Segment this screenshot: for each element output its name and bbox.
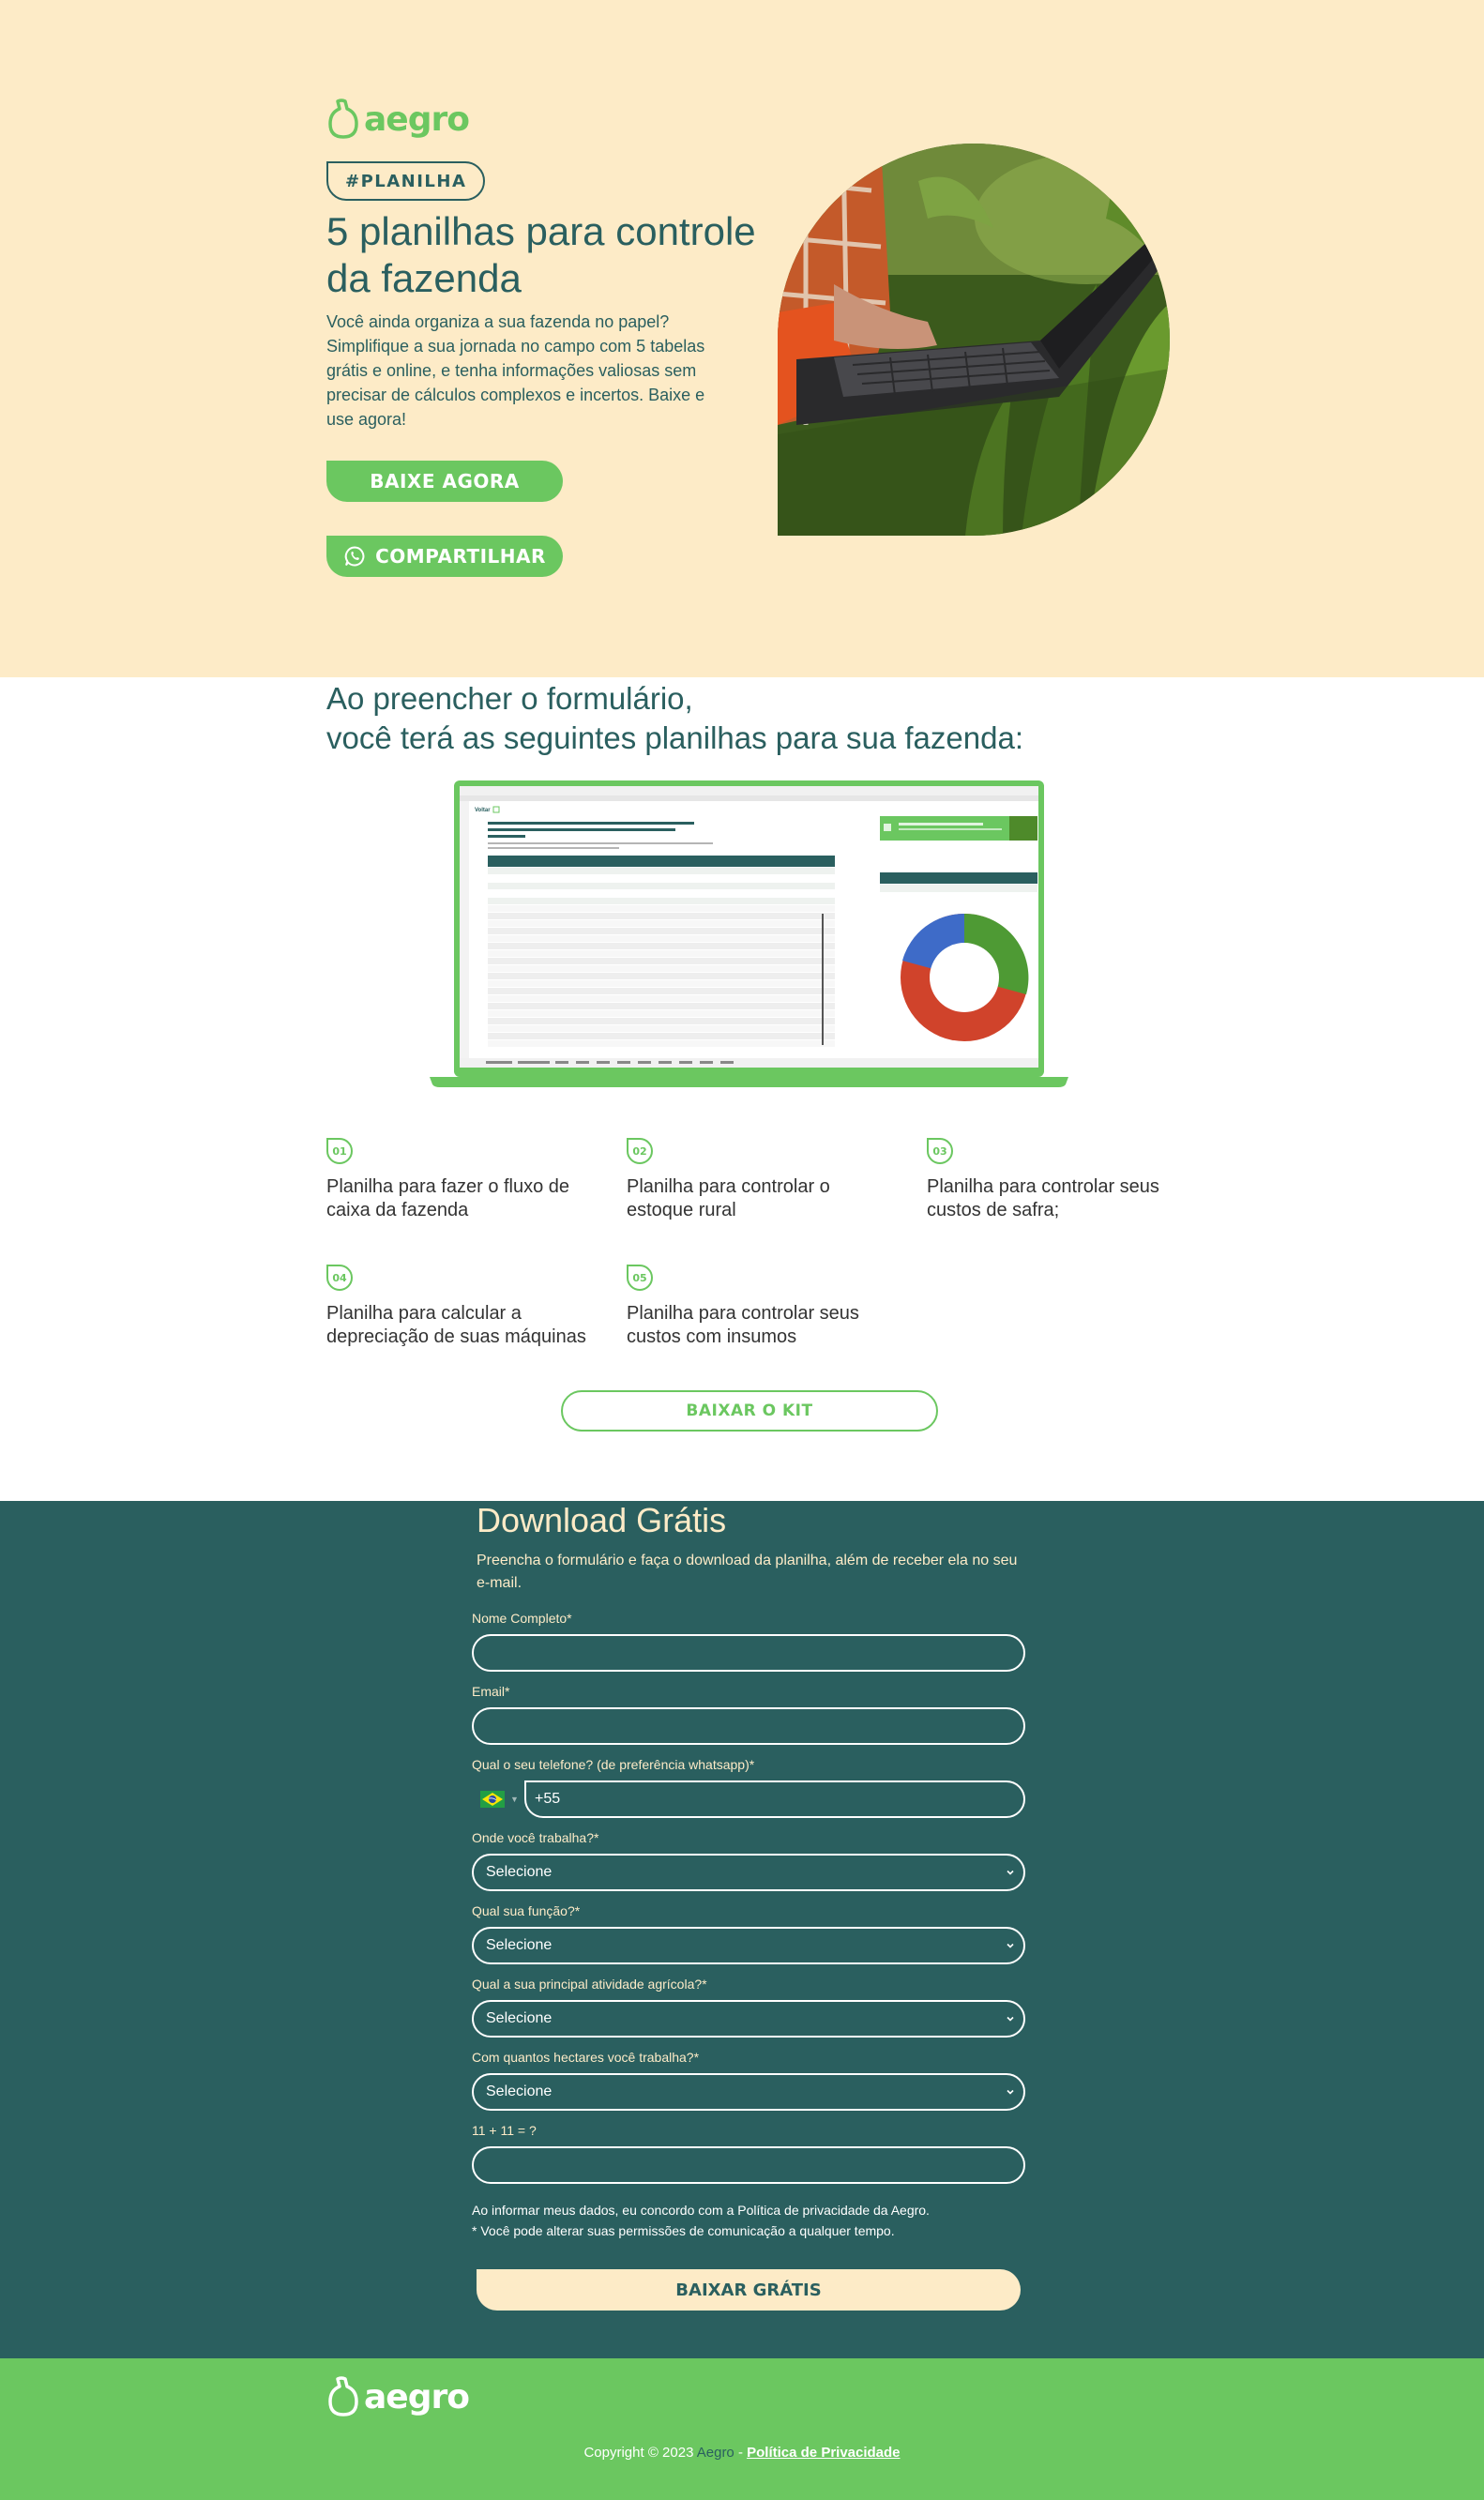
share-button[interactable]: COMPARTILHAR [326,536,563,577]
share-label: COMPARTILHAR [375,545,546,568]
item-number-badge: 01 [326,1138,353,1164]
captcha-label: 11 + 11 = ? [472,2123,537,2138]
brazil-flag-icon [480,1791,505,1808]
phone-value: +55 [535,1791,561,1807]
footer-aegro-logo[interactable]: aegro [326,2375,470,2418]
country-dropdown-arrow-icon: ▼ [510,1795,519,1804]
legal-notice: Ao informar meus dados, eu concordo com … [472,2200,930,2241]
phone-label: Qual o seu telefone? (de preferência wha… [472,1757,755,1772]
aegro-logo-icon [328,98,358,139]
activity-select-value: Selecione [486,2010,553,2026]
item-number-badge: 05 [627,1265,653,1291]
whatsapp-icon [344,546,365,567]
spreadsheet-laptop-mockup: Voltar [430,780,1068,1087]
activity-select[interactable]: Selecione [472,2000,1025,2038]
item-text: Planilha para controlar seus custos de s… [927,1176,1159,1220]
country-code-selector[interactable]: ▼ [480,1791,519,1808]
download-form-section: Download Grátis Preencha o formulário e … [0,1501,1484,2358]
privacy-policy-link[interactable]: Política de Privacidade [747,2445,900,2461]
name-label: Nome Completo* [472,1611,572,1626]
submit-download-button[interactable]: BAIXAR GRÁTIS [477,2269,1021,2311]
item-number-badge: 03 [927,1138,953,1164]
phone-field[interactable]: +55 [524,1780,1025,1818]
work-select[interactable]: Selecione [472,1854,1025,1891]
planilha-item-05: 05 Planilha para controlar seus custos c… [627,1265,889,1349]
role-select-value: Selecione [486,1937,553,1953]
chevron-down-icon [1007,1943,1014,1948]
form-title: Download Grátis [477,1501,727,1539]
chevron-down-icon [1007,2016,1014,2022]
form-description: Preencha o formulário e faça o download … [477,1553,1018,1591]
svg-text:Voltar: Voltar [475,808,491,813]
logo-wordmark: aegro [364,99,470,139]
planilha-item-01: 01 Planilha para fazer o fluxo de caixa … [326,1138,589,1222]
chevron-down-icon [1007,1870,1014,1875]
hero-section: aegro #PLANILHA 5 planilhas para control… [0,0,1484,677]
item-number-badge: 04 [326,1265,353,1291]
copyright-line: Copyright © 2023 Aegro - Política de Pri… [0,2445,1484,2461]
work-label: Onde você trabalha?* [472,1830,599,1845]
spreadsheet-preview-image: Voltar [430,780,1068,1087]
copyright-separator: - [734,2445,748,2461]
privacy-consent-text: Ao informar meus dados, eu concordo com … [472,2203,930,2218]
download-kit-button[interactable]: BAIXAR O KIT [561,1390,938,1432]
planilha-item-04: 04 Planilha para calcular a depreciação … [326,1265,589,1349]
planilha-badge: #PLANILHA [326,161,486,201]
email-label: Email* [472,1684,510,1699]
permissions-note-text: * Você pode alterar suas permissões de c… [472,2223,895,2238]
work-select-value: Selecione [486,1864,553,1880]
footer-logo-wordmark: aegro [364,2377,470,2417]
page-title: 5 planilhas para controle da fazenda [326,209,756,300]
aegro-logo-icon [328,2376,358,2417]
planilhas-section: Ao preencher o formulário, você terá as … [0,677,1484,1501]
download-now-label: BAIXE AGORA [370,470,520,492]
copyright-text: Copyright © 2023 [583,2445,694,2461]
activity-label: Qual a sua principal atividade agrícola?… [472,1977,707,1992]
item-text: Planilha para controlar o estoque rural [627,1176,830,1220]
planilhas-heading: Ao preencher o formulário, você terá as … [326,679,1023,758]
planilhas-heading-line2: você terá as seguintes planilhas para su… [326,720,1023,755]
copyright-brand: Aegro [696,2445,734,2461]
planilha-item-03: 03 Planilha para controlar seus custos d… [927,1138,1189,1222]
chevron-down-icon [1007,2089,1014,2095]
hectares-select-value: Selecione [486,2083,553,2099]
planilha-item-02: 02 Planilha para controlar o estoque rur… [627,1138,889,1222]
hero-description: Você ainda organiza a sua fazenda no pap… [326,312,705,429]
item-text: Planilha para fazer o fluxo de caixa da … [326,1176,570,1220]
aegro-logo[interactable]: aegro [326,98,470,141]
download-now-button[interactable]: BAIXE AGORA [326,461,563,502]
hero-photo-farmer-laptop [778,144,1170,536]
item-text: Planilha para calcular a depreciação de … [326,1303,586,1347]
hectares-select[interactable]: Selecione [472,2073,1025,2111]
name-field[interactable] [472,1634,1025,1672]
captcha-field[interactable] [472,2146,1025,2184]
role-label: Qual sua função?* [472,1903,581,1918]
planilhas-heading-line1: Ao preencher o formulário, [326,681,693,716]
role-select[interactable]: Selecione [472,1927,1025,1964]
email-field[interactable] [472,1707,1025,1745]
farmer-laptop-illustration [778,144,1170,536]
footer: aegro Copyright © 2023 Aegro - Política … [0,2358,1484,2500]
item-number-badge: 02 [627,1138,653,1164]
item-text: Planilha para controlar seus custos com … [627,1303,859,1347]
hectares-label: Com quantos hectares você trabalha?* [472,2050,700,2065]
